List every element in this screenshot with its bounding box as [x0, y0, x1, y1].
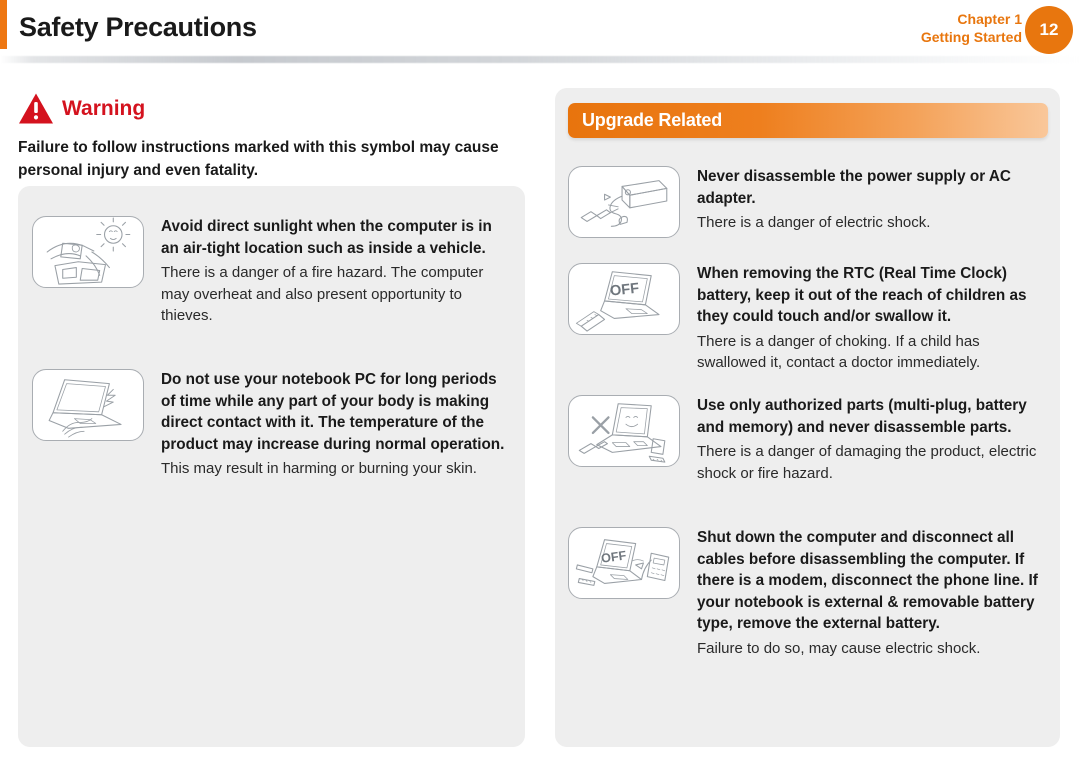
list-item: Never disassemble the power supply or AC…: [568, 166, 1046, 238]
warning-heading: Warning: [18, 92, 145, 125]
item-body: There is a danger of a fire hazard. The …: [161, 264, 484, 324]
svg-text:OFF: OFF: [609, 281, 640, 300]
item-body: There is a danger of choking. If a child…: [697, 332, 981, 372]
header-accent-bar: [0, 0, 7, 49]
item-title: Avoid direct sunlight when the computer …: [161, 218, 492, 257]
header-divider: [0, 56, 1080, 63]
page-title: Safety Precautions: [19, 12, 257, 42]
list-item: OFF When removing the RTC (Real Time Clo…: [568, 263, 1046, 374]
page-header: Safety Precautions Chapter 1 Getting Sta…: [0, 0, 1080, 63]
item-title: When removing the RTC (Real Time Clock) …: [697, 265, 1027, 325]
chapter-label: Chapter 1: [957, 11, 1022, 27]
item-title: Do not use your notebook PC for long per…: [161, 371, 505, 453]
page-number-badge: 12: [1025, 6, 1073, 54]
item-body: Failure to do so, may cause electric sho…: [697, 639, 981, 657]
item-title: Shut down the computer and disconnect al…: [697, 529, 1038, 632]
warning-label: Warning: [62, 96, 146, 120]
item-title: Never disassemble the power supply or AC…: [697, 168, 1011, 207]
laptop-unauthorized-parts-x-icon: [568, 395, 680, 467]
section-label: Getting Started: [920, 29, 1022, 45]
section-banner: Upgrade Related: [568, 103, 1048, 138]
warning-description: Failure to follow instructions marked wi…: [18, 139, 499, 179]
ac-adapter-screwdriver-icon: [568, 166, 680, 238]
item-body: There is a danger of electric shock.: [697, 214, 931, 231]
item-title: Use only authorized parts (multi-plug, b…: [697, 397, 1027, 436]
chapter-info: Chapter 1 Getting Started: [921, 10, 1022, 46]
list-item: Avoid direct sunlight when the computer …: [32, 216, 514, 327]
item-body: This may result in harming or burning yo…: [161, 460, 477, 477]
section-banner-title: Upgrade Related: [582, 110, 723, 130]
item-body: There is a danger of damaging the produc…: [697, 443, 1037, 482]
list-item: Do not use your notebook PC for long per…: [32, 369, 514, 480]
laptop-off-phone-disconnect-icon: OFF: [568, 527, 680, 599]
svg-text:OFF: OFF: [600, 548, 627, 565]
warning-triangle-icon: [18, 92, 54, 125]
car-dashboard-sunlight-icon: [32, 216, 144, 288]
list-item: OFF Shut down the computer and disconnec…: [568, 527, 1046, 659]
laptop-hot-hand-icon: [32, 369, 144, 441]
list-item: Use only authorized parts (multi-plug, b…: [568, 395, 1046, 484]
laptop-off-rtc-battery-icon: OFF: [568, 263, 680, 335]
